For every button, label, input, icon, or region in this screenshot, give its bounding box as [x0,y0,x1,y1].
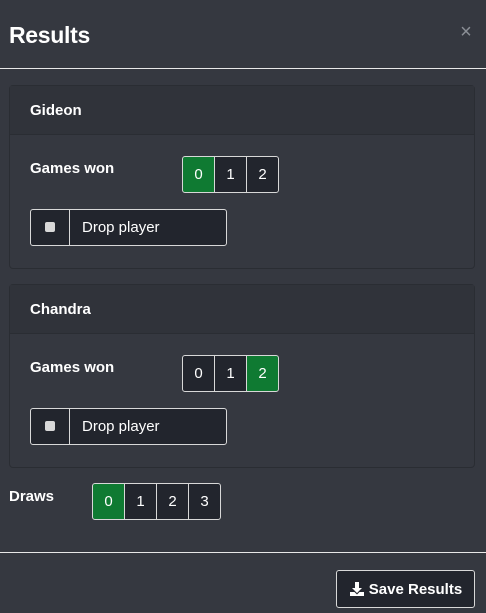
player-name: Chandra [30,301,91,318]
drop-player-toggle[interactable]: Drop player [30,209,227,246]
modal-title: Results [9,22,90,48]
games-won-option-0[interactable]: 0 [182,355,215,392]
checkbox-icon[interactable] [45,421,55,431]
save-results-label[interactable]: Save Results [369,581,462,598]
drop-player-toggle[interactable]: Drop player [30,408,227,445]
save-results-button[interactable]: Save Results [336,570,475,608]
games-won-option-2[interactable]: 2 [246,355,279,392]
modal-header: Results × [0,0,486,68]
draws-label: Draws [9,488,55,505]
player-card-header: Chandra [10,285,474,334]
footer-divider [0,552,486,553]
games-won-option-0[interactable]: 0 [182,156,215,193]
drop-player-label[interactable]: Drop player [70,409,160,444]
player-name: Gideon [30,102,82,119]
games-won-label: Games won [30,359,115,376]
games-won-selector: 0 1 2 [182,355,279,392]
checkbox-icon[interactable] [45,222,55,232]
player-card-chandra: Chandra Games won 0 1 2 Drop player [9,284,475,468]
drop-player-checkbox-cell[interactable] [31,409,70,444]
drop-player-label[interactable]: Drop player [70,210,160,245]
games-won-option-2[interactable]: 2 [246,156,279,193]
draws-option-0[interactable]: 0 [92,483,125,520]
header-divider [0,68,486,69]
games-won-label: Games won [30,160,115,177]
download-icon [349,582,364,596]
draws-option-3[interactable]: 3 [188,483,221,520]
games-won-option-1[interactable]: 1 [214,156,247,193]
games-won-option-1[interactable]: 1 [214,355,247,392]
draws-option-1[interactable]: 1 [124,483,157,520]
close-icon[interactable]: × [456,22,476,42]
draws-option-2[interactable]: 2 [156,483,189,520]
player-card-header: Gideon [10,86,474,135]
games-won-selector: 0 1 2 [182,156,279,193]
drop-player-checkbox-cell[interactable] [31,210,70,245]
player-card-gideon: Gideon Games won 0 1 2 Drop player [9,85,475,269]
draws-selector: 0 1 2 3 [92,483,221,520]
